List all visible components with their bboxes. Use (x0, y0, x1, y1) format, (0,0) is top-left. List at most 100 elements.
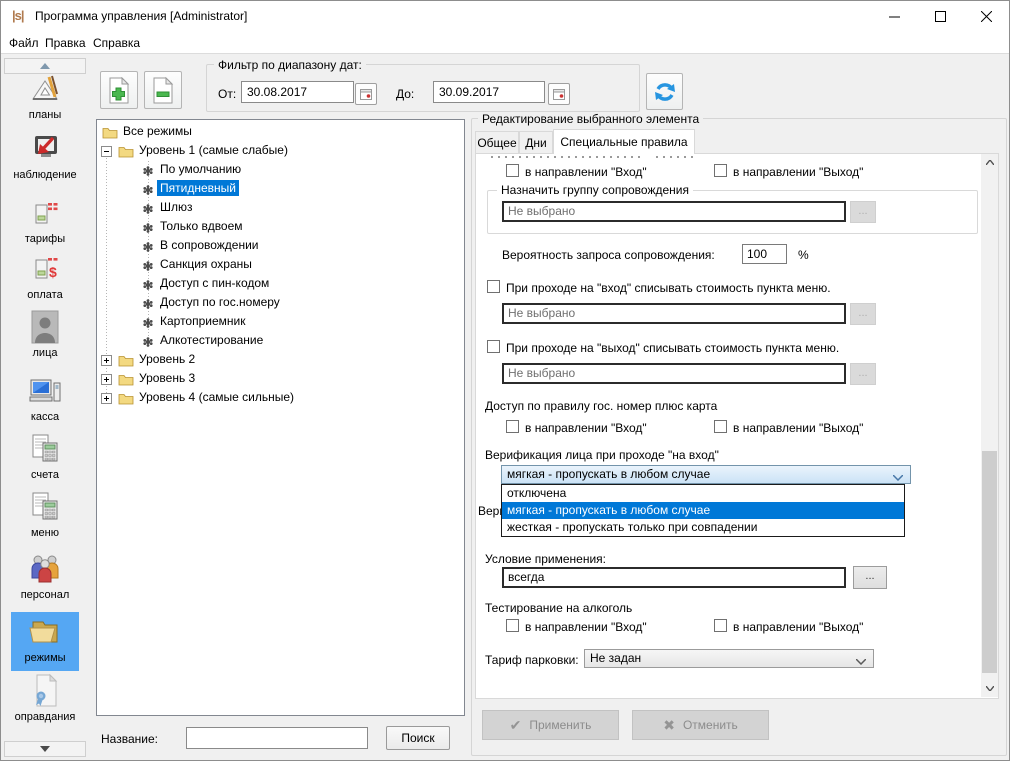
probability-input[interactable] (742, 244, 787, 264)
mode-bullet-icon (143, 336, 153, 350)
dropdown-option-soft-selected[interactable]: мягкая - пропускать в любом случае (502, 502, 904, 519)
maximize-icon (935, 11, 946, 22)
sidebar-item-oplata[interactable]: $ оплата (1, 251, 89, 301)
checkbox-menu-on-entry[interactable] (487, 280, 500, 293)
remove-item-button[interactable] (144, 71, 182, 109)
tree-item-pin-access[interactable]: Доступ с пин-кодом (157, 275, 272, 291)
sidebar-scroll-down-button[interactable] (4, 741, 86, 757)
date-from-calendar-button[interactable] (355, 83, 377, 105)
checkbox-alcohol-out[interactable] (714, 619, 727, 632)
tree-item-five-day-selected[interactable]: Пятидневный (157, 180, 239, 196)
clipped-scrolled-text (656, 156, 696, 158)
minimize-button[interactable] (871, 1, 917, 31)
tree-item-level2[interactable]: Уровень 2 (136, 351, 198, 367)
tab-special-rules[interactable]: Специальные правила (553, 129, 695, 154)
tree-item-alco-test[interactable]: Алкотестирование (157, 332, 266, 348)
menu-on-entry-label: При проходе на "вход" списывать стоимост… (506, 281, 831, 295)
menu-on-entry-field[interactable]: Не выбрано (502, 303, 846, 324)
sidebar-item-label: тарифы (25, 233, 65, 245)
condition-label: Условие применения: (485, 552, 606, 566)
scrollbar-thumb[interactable] (982, 451, 997, 673)
sidebar-item-menyu[interactable]: меню (1, 489, 89, 539)
sidebar-item-kassa[interactable]: касса (1, 373, 89, 423)
expand-expander-icon[interactable] (101, 374, 112, 385)
apply-button[interactable]: ✔ Применить (482, 710, 619, 740)
escort-group-legend: Назначить группу сопровождения (497, 183, 693, 197)
date-from-input[interactable] (241, 81, 354, 103)
editor-legend: Редактирование выбранного элемента (478, 112, 703, 126)
tree-item-all-modes[interactable]: Все режимы (120, 123, 195, 139)
sidebar-item-opravdaniya[interactable]: оправдания (1, 673, 89, 723)
tree-item-gateway[interactable]: Шлюз (157, 199, 196, 215)
sidebar-item-label: оплата (27, 289, 62, 301)
sidebar-item-rezhimy[interactable]: режимы (11, 612, 79, 671)
parking-combobox[interactable]: Не задан (584, 649, 874, 668)
checkbox-direction-in[interactable] (506, 164, 519, 177)
menu-file[interactable]: Файл (5, 35, 43, 51)
sidebar-item-litsa[interactable]: лица (1, 309, 89, 359)
mode-bullet-icon (143, 222, 153, 236)
folder-icon (118, 145, 134, 161)
expand-expander-icon[interactable] (101, 355, 112, 366)
dropdown-option-strict[interactable]: жесткая - пропускать только при совпаден… (502, 519, 904, 536)
checkbox-direction-out[interactable] (714, 164, 727, 177)
dropdown-option-disabled[interactable]: отключена (502, 485, 904, 502)
folder-icon (118, 392, 134, 408)
condition-more-button[interactable]: ... (853, 566, 887, 589)
scrollbar-down-button[interactable] (981, 680, 998, 697)
sidebar-item-label: персонал (21, 589, 70, 601)
sidebar-item-scheta[interactable]: счета (1, 431, 89, 481)
menu-on-entry-more-button[interactable]: ... (850, 303, 876, 325)
tree-item-plate-access[interactable]: Доступ по гос.номеру (157, 294, 283, 310)
search-name-label: Название: (101, 732, 158, 746)
tree-item-guard-sanction[interactable]: Санкция охраны (157, 256, 255, 272)
folder-icon (102, 126, 118, 142)
tab-days[interactable]: Дни (519, 131, 553, 153)
checkbox-alcohol-in[interactable] (506, 619, 519, 632)
escort-group-field[interactable]: Не выбрано (502, 201, 846, 222)
sidebar-item-plany[interactable]: планы (1, 71, 89, 121)
mode-bullet-icon (143, 298, 153, 312)
scrollbar-up-button[interactable] (981, 154, 998, 171)
checkbox-plate-in[interactable] (506, 420, 519, 433)
face-verification-combobox[interactable]: мягкая - пропускать в любом случае (501, 465, 911, 484)
menu-on-exit-more-button[interactable]: ... (850, 363, 876, 385)
sidebar-item-tarify[interactable]: тарифы (1, 195, 89, 245)
refresh-button[interactable] (646, 73, 683, 110)
tree-item-level4[interactable]: Уровень 4 (самые сильные) (136, 389, 297, 405)
sidebar-item-nablyudenie[interactable]: наблюдение (1, 131, 89, 181)
chevron-down-icon (893, 470, 903, 484)
checkbox-direction-in-label: в направлении "Вход" (525, 165, 647, 179)
expand-expander-icon[interactable] (101, 393, 112, 404)
date-to-calendar-button[interactable] (548, 83, 570, 105)
maximize-button[interactable] (917, 1, 963, 31)
menu-on-exit-field[interactable]: Не выбрано (502, 363, 846, 384)
add-item-button[interactable] (100, 71, 138, 109)
search-input[interactable] (186, 727, 368, 749)
collapse-expander-icon[interactable] (101, 146, 112, 157)
menu-help[interactable]: Справка (89, 35, 144, 51)
escort-group-more-button[interactable]: ... (850, 201, 876, 223)
barrier-icon (28, 195, 62, 231)
sidebar-item-label: наблюдение (13, 169, 76, 181)
tree-item-escorted[interactable]: В сопровождении (157, 237, 262, 253)
checkbox-plate-out[interactable] (714, 420, 727, 433)
date-to-input[interactable] (433, 81, 545, 103)
checkbox-menu-on-exit[interactable] (487, 340, 500, 353)
people-group-icon (28, 551, 62, 587)
menu-edit[interactable]: Правка (41, 35, 90, 51)
search-button[interactable]: Поиск (386, 726, 450, 750)
app-window: |s| Программа управления [Administrator]… (0, 0, 1010, 761)
cancel-button[interactable]: ✖ Отменить (632, 710, 769, 740)
close-button[interactable] (963, 1, 1009, 31)
tree-item-only-two[interactable]: Только вдвоем (157, 218, 246, 234)
tab-general[interactable]: Общее (475, 131, 519, 153)
date-to-label: До: (396, 87, 414, 101)
tree-item-level3[interactable]: Уровень 3 (136, 370, 198, 386)
condition-field[interactable]: всегда (502, 567, 846, 588)
sidebar-item-label: оправдания (15, 711, 76, 723)
sidebar-item-personal[interactable]: персонал (1, 551, 89, 601)
tree-item-level1[interactable]: Уровень 1 (самые слабые) (136, 142, 291, 158)
tree-item-card-capture[interactable]: Картоприемник (157, 313, 249, 329)
tree-item-default[interactable]: По умолчанию (157, 161, 244, 177)
